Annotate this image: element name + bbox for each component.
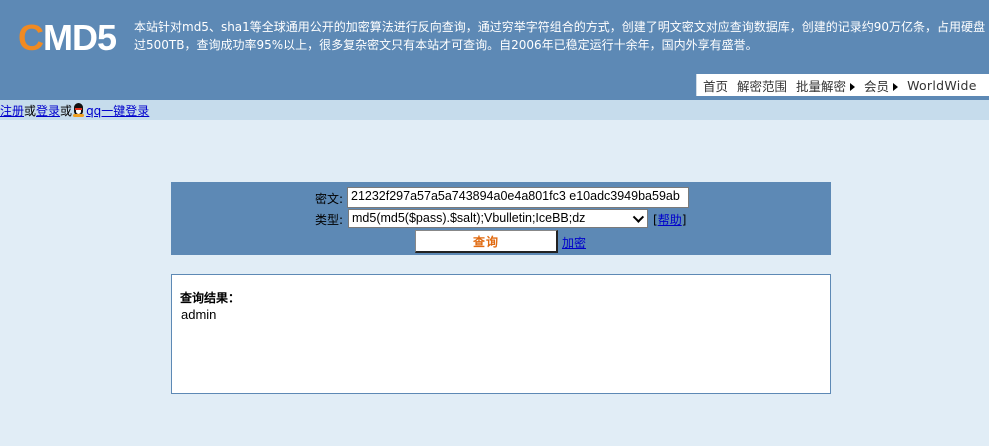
- intro-line-2: 过500TB，查询成功率95%以上，很多复杂密文只有本站才可查询。自2006年已…: [134, 38, 758, 52]
- qq-login-link[interactable]: qq一键登录: [86, 102, 149, 119]
- register-link[interactable]: 注册: [0, 102, 24, 119]
- site-intro: 本站针对md5、sha1等全球通用公开的加密算法进行反向查询，通过穷举字符组合的…: [134, 18, 989, 54]
- cmd5-logo[interactable]: CMD5: [18, 14, 117, 62]
- nav-home[interactable]: 首页: [703, 76, 728, 95]
- nav-member[interactable]: 会员: [864, 76, 899, 95]
- nav-batch-decrypt[interactable]: 批量解密: [796, 76, 856, 95]
- logo-letter-c: C: [18, 17, 44, 58]
- or-text: 或: [24, 103, 37, 118]
- intro-line-1: 本站针对md5、sha1等全球通用公开的加密算法进行反向查询，通过穷举字符组合的…: [134, 20, 986, 34]
- cipher-input[interactable]: 21232f297a57a5a743894a0e4a801fc3 e10adc3…: [347, 187, 689, 208]
- nav-member-label: 会员: [864, 78, 890, 94]
- help-link-group: [帮助]: [653, 211, 686, 228]
- query-form: 密文: 21232f297a57a5a743894a0e4a801fc3 e10…: [171, 182, 831, 255]
- chevron-down-icon: [632, 214, 644, 224]
- hash-type-select[interactable]: md5(md5($pass).$salt);Vbulletin;IceBB;dz: [348, 209, 648, 228]
- logo-text-md5: MD5: [43, 17, 117, 58]
- qq-penguin-icon[interactable]: [73, 103, 85, 117]
- triangle-right-icon: [893, 82, 899, 91]
- bracket-close: ]: [681, 213, 687, 227]
- site-header: CMD5 本站针对md5、sha1等全球通用公开的加密算法进行反向查询，通过穷举…: [0, 0, 989, 100]
- triangle-right-icon: [850, 82, 856, 91]
- or-text: 或: [60, 103, 73, 118]
- result-title: 查询结果：: [180, 291, 241, 305]
- type-label: 类型:: [314, 213, 343, 227]
- nav-batch-label: 批量解密: [796, 78, 847, 94]
- result-value: admin: [181, 307, 217, 322]
- hash-type-value: md5(md5($pass).$salt);Vbulletin;IceBB;dz: [352, 211, 586, 225]
- login-bar: 注册或登录或 qq一键登录: [0, 100, 989, 120]
- query-button[interactable]: 查询: [415, 230, 558, 253]
- login-link[interactable]: 登录: [36, 102, 60, 119]
- encrypt-link[interactable]: 加密: [562, 234, 586, 251]
- nav-worldwide[interactable]: WorldWide: [907, 78, 977, 93]
- top-navigation: 首页 解密范围 批量解密 会员 WorldWide: [696, 74, 989, 96]
- result-box: 查询结果： admin: [171, 274, 831, 394]
- help-link[interactable]: 帮助: [658, 213, 682, 227]
- nav-decrypt-scope[interactable]: 解密范围: [737, 76, 787, 95]
- cipher-label: 密文:: [314, 192, 343, 206]
